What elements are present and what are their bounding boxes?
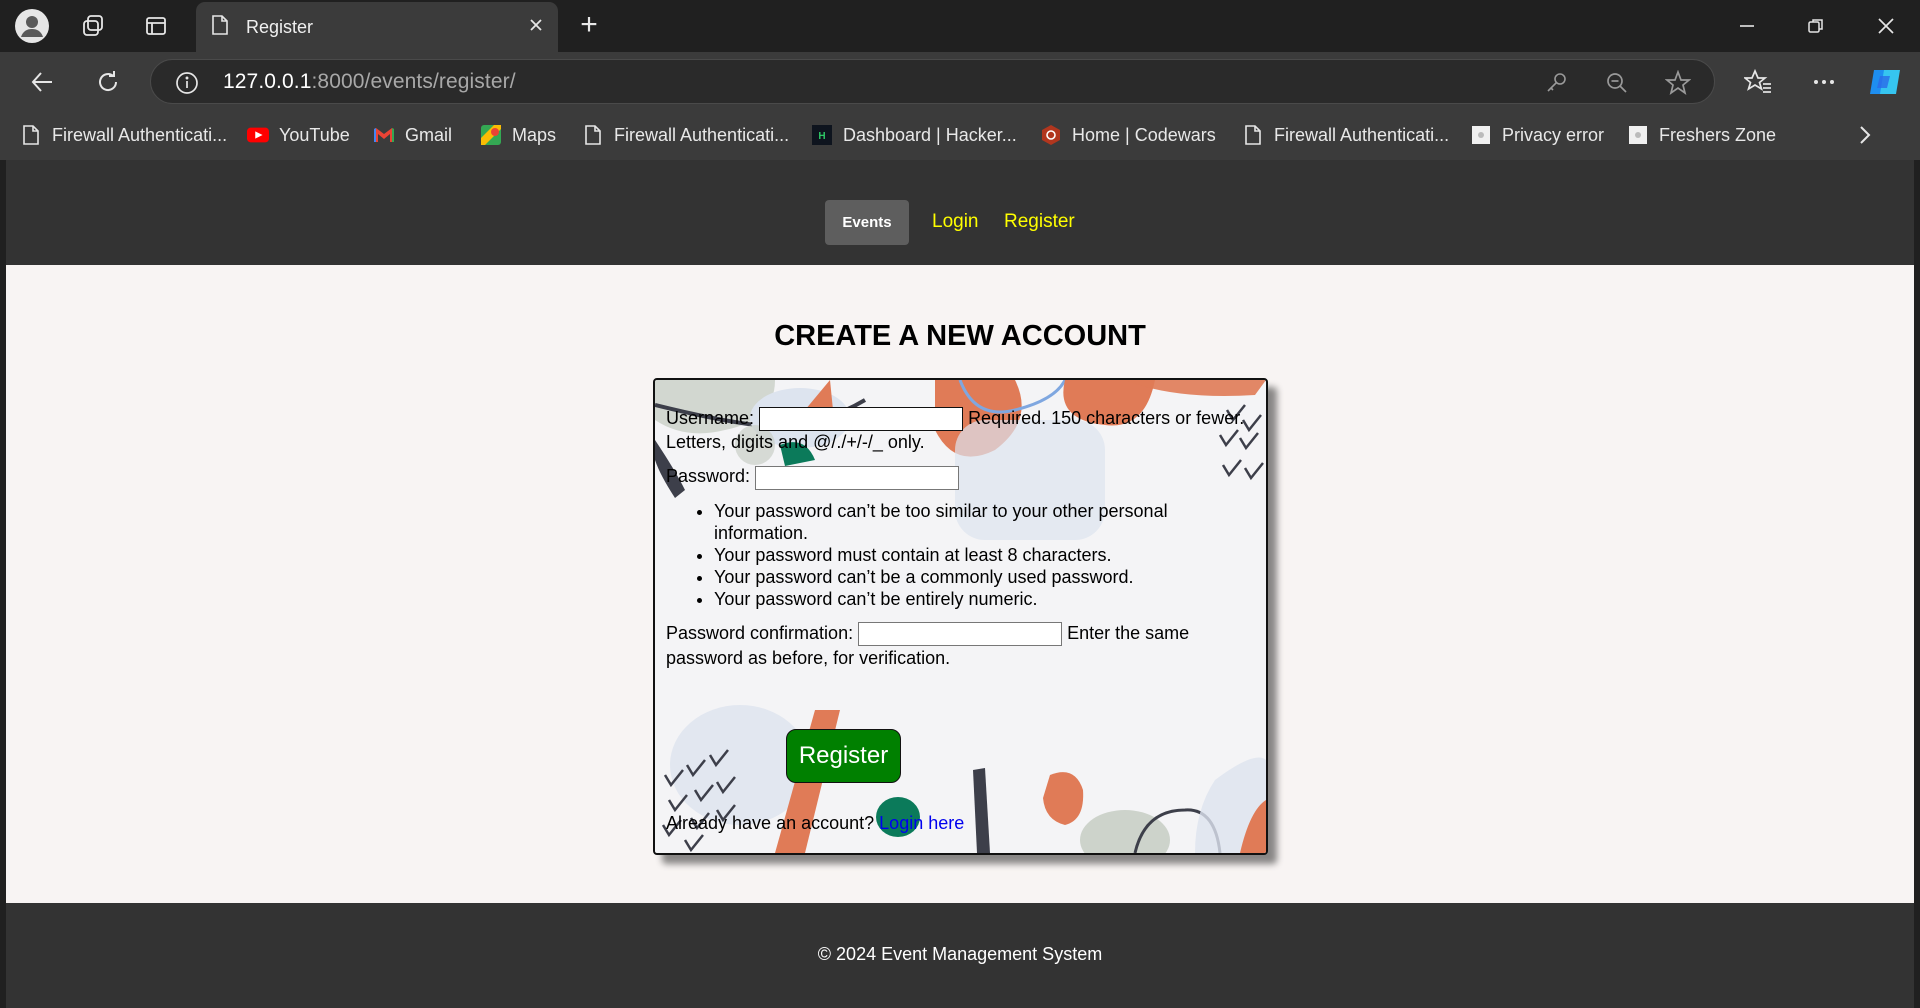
footer-copyright: © 2024 Event Management System [817,944,1103,964]
page-icon [582,124,604,146]
gmail-icon [373,124,395,146]
codewars-icon [1040,124,1062,146]
password-rule: Your password must contain at least 8 ch… [714,544,1256,566]
tab-actions-icon[interactable] [140,10,172,42]
url-path: :8000/events/register/ [311,69,516,93]
browser-toolbar: 127.0.0.1:8000/events/register/ [0,52,1920,110]
password-input[interactable] [755,465,960,490]
main-content: CREATE A NEW ACCOUNT Username: Required.… [6,265,1914,903]
page-icon [20,124,42,146]
page-icon [210,14,230,41]
bookmark-item[interactable]: Firewall Authenticati... [1242,122,1449,148]
page-icon [1242,124,1264,146]
password-rule: Your password can’t be entirely numeric. [714,588,1256,610]
page-title: CREATE A NEW ACCOUNT [774,320,1146,352]
bookmark-item[interactable]: Maps [480,122,556,148]
password-rules: Your password can’t be too similar to yo… [714,500,1256,610]
confirm-row: Password confirmation: Enter the same pa… [666,621,1256,671]
site-footer: © 2024 Event Management System [6,903,1914,1008]
svg-text:H: H [818,131,825,142]
reload-icon[interactable] [90,64,126,100]
nav-register-link[interactable]: Register [1004,211,1075,233]
username-label: Username: [666,408,755,428]
privacy-icon [1470,124,1492,146]
login-here-link[interactable]: Login here [879,813,964,833]
url-text[interactable]: 127.0.0.1:8000/events/register/ [223,70,516,94]
bookmark-label: Maps [512,124,557,145]
bookmark-item[interactable]: Privacy error [1470,122,1604,148]
new-tab-button[interactable]: + [572,8,606,42]
password-rule: Your password can’t be too similar to yo… [714,500,1256,544]
username-input[interactable] [759,407,964,432]
password-rule: Your password can’t be a commonly used p… [714,566,1256,588]
register-form: Username: Required. 150 characters or fe… [666,380,1256,671]
register-button[interactable]: Register [786,729,901,783]
copilot-icon[interactable] [1866,62,1906,102]
page-viewport: Events Login Register CREATE A NEW ACCOU… [6,160,1914,1008]
more-options-icon[interactable] [1806,64,1842,100]
maps-icon [480,124,502,146]
nav-login-link[interactable]: Login [932,211,979,233]
bookmark-label: Freshers Zone [1659,124,1777,145]
bookmark-label: YouTube [279,124,350,145]
restore-icon[interactable] [1799,10,1833,42]
site-info-icon[interactable] [175,71,199,100]
bookmark-label: Firewall Authenticati... [614,124,790,145]
bookmark-label: Home | Codewars [1072,124,1216,145]
password-row: Password: [666,465,1256,490]
hackerrank-icon: H [811,124,833,146]
bookmark-item[interactable]: H Dashboard | Hacker... [811,122,1017,148]
bookmark-label: Gmail [405,124,453,145]
favorites-icon[interactable] [1740,64,1776,100]
login-prompt: Already have an account? [666,813,875,833]
bookmark-label: Firewall Authenticati... [52,124,228,145]
bookmarks-bar: Firewall Authenticati... YouTube Gmail Maps… [0,110,1920,160]
browser-tab-bar: Register + [0,0,1920,52]
bookmark-label: Dashboard | Hacker... [843,124,1017,145]
bookmark-item[interactable]: Home | Codewars [1040,122,1216,148]
bookmark-label: Firewall Authenticati... [1274,124,1450,145]
profile-avatar-icon[interactable] [14,8,50,44]
address-bar[interactable]: 127.0.0.1:8000/events/register/ [150,59,1715,104]
bookmark-label: Privacy error [1502,124,1605,145]
tab-register[interactable]: Register [196,2,558,52]
minimize-icon[interactable] [1730,10,1764,42]
bookmark-item[interactable]: Firewall Authenticati... [20,122,227,148]
bookmark-item[interactable]: Gmail [373,122,452,148]
youtube-icon [247,124,269,146]
bookmark-item[interactable]: YouTube [247,122,350,148]
tab-title: Register [246,16,314,37]
close-tab-icon[interactable] [528,17,544,38]
freshers-icon [1627,124,1649,146]
workspaces-icon[interactable] [78,10,110,42]
zoom-out-icon[interactable] [1605,71,1629,100]
password-confirmation-input[interactable] [858,621,1063,646]
favorite-star-icon[interactable] [1664,69,1692,101]
password-label: Password: [666,466,751,487]
confirm-label: Password confirmation: [666,622,854,643]
back-icon[interactable] [24,64,60,100]
username-row: Username: Required. 150 characters or fe… [666,407,1256,454]
register-card: Username: Required. 150 characters or fe… [653,378,1268,855]
key-icon[interactable] [1544,71,1568,100]
url-host: 127.0.0.1 [223,69,312,93]
site-navbar: Events Login Register [6,160,1914,265]
bookmark-item[interactable]: Freshers Zone [1627,122,1776,148]
login-prompt-row: Already have an account? Login here [666,813,964,834]
more-bookmarks-chevron-icon[interactable] [1858,122,1872,148]
close-window-icon[interactable] [1869,10,1903,42]
bookmark-item[interactable]: Firewall Authenticati... [582,122,789,148]
nav-events-button[interactable]: Events [825,200,909,245]
